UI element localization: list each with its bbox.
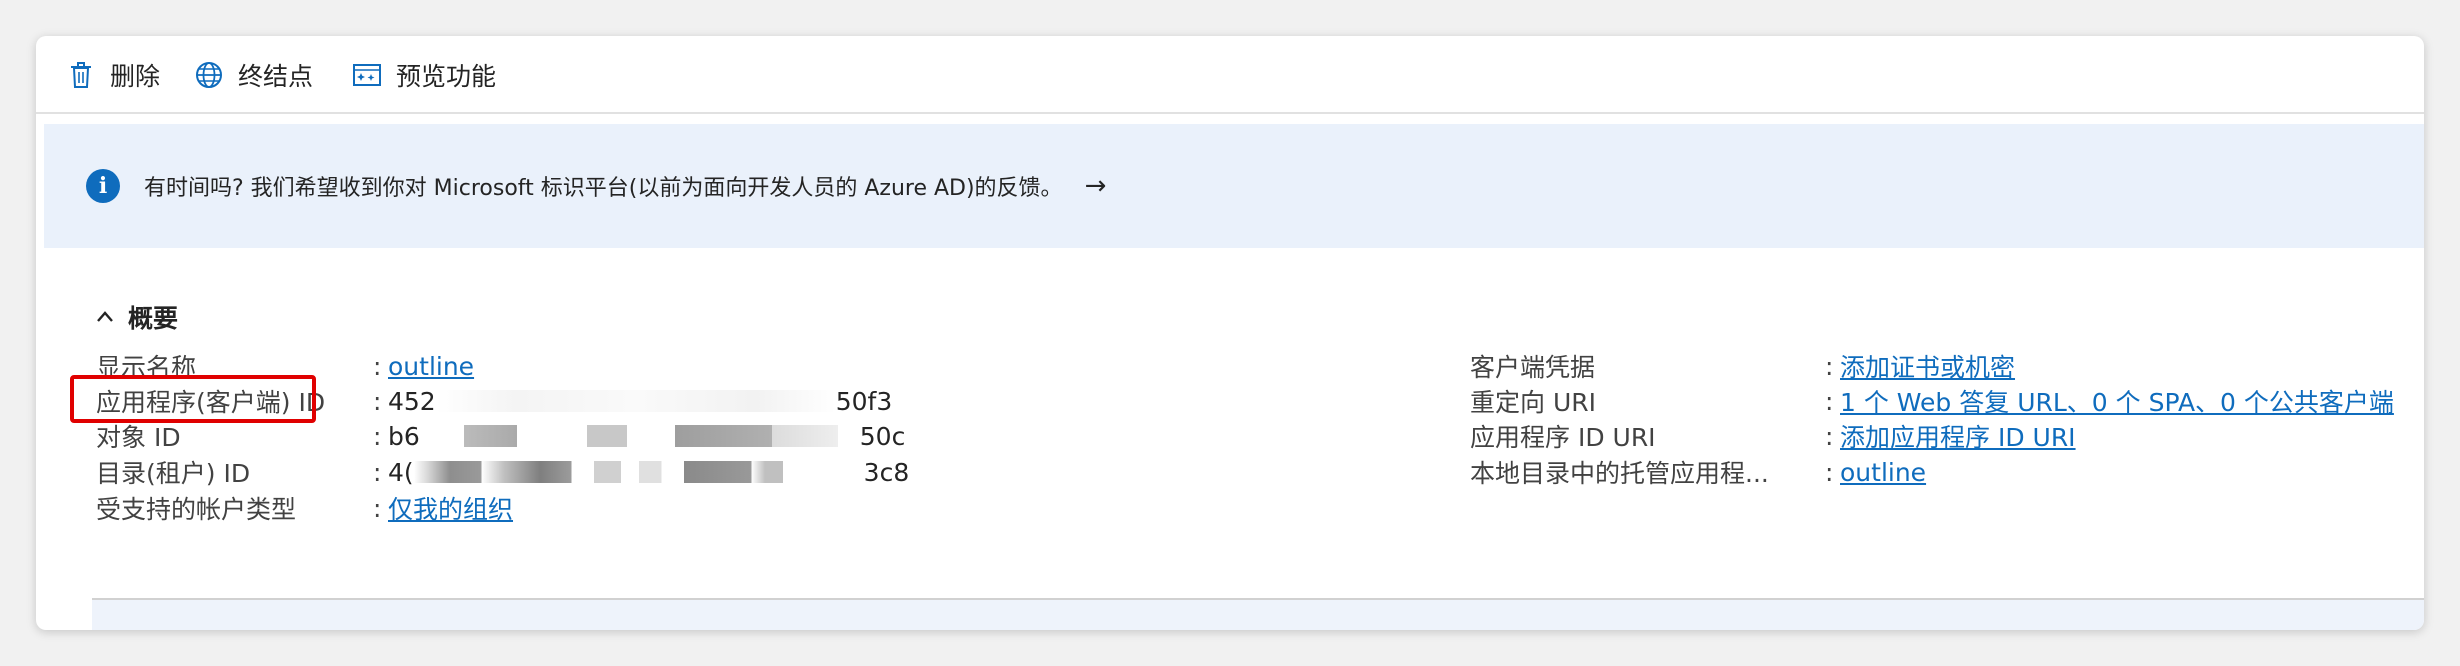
chevron-up-icon xyxy=(97,311,113,322)
tenant-id-value: 4( 3c8 xyxy=(388,458,909,487)
colon: : xyxy=(1825,421,1834,451)
account-types-row: 受支持的帐户类型 : 仅我的组织 xyxy=(96,488,513,528)
toolbar-divider xyxy=(36,112,2424,114)
display-name-link[interactable]: outline xyxy=(388,352,474,381)
managed-app-row: 本地目录中的托管应用程... : outline xyxy=(1470,452,1926,492)
colon: : xyxy=(373,493,382,523)
preview-features-button[interactable]: 预览功能 xyxy=(352,36,496,114)
tenant-id-row: 目录(租户) ID : 4( 3c8 xyxy=(96,452,909,492)
feedback-banner: i 有时间吗? 我们希望收到你对 Microsoft 标识平台(以前为面向开发人… xyxy=(44,124,2424,248)
redirect-uri-row: 重定向 URI : 1 个 Web 答复 URL、0 个 SPA、0 个公共客户… xyxy=(1470,381,2394,421)
account-types-link[interactable]: 仅我的组织 xyxy=(388,490,513,526)
managed-app-label: 本地目录中的托管应用程... xyxy=(1470,459,1769,488)
colon: : xyxy=(1825,386,1834,416)
object-id-value: b6 50c xyxy=(388,422,905,451)
delete-label: 删除 xyxy=(110,62,161,91)
preview-features-icon xyxy=(353,64,381,86)
tenant-id-start: 4( xyxy=(388,457,414,487)
object-id-end: 50c xyxy=(859,421,906,451)
command-bar: 删除 终结点 预览功能 xyxy=(36,36,2424,114)
colon: : xyxy=(373,351,382,381)
add-app-id-uri-link[interactable]: 添加应用程序 ID URI xyxy=(1840,418,2076,454)
client-credentials-row: 客户端凭据 : 添加证书或机密 xyxy=(1470,346,2015,386)
overview-section-toggle[interactable]: 概要 xyxy=(96,299,178,335)
tenant-id-label: 目录(租户) ID xyxy=(96,459,251,488)
trash-icon xyxy=(71,62,91,88)
redirect-uri-label: 重定向 URI xyxy=(1470,388,1596,417)
app-overview-card: 删除 终结点 预览功能 i 有时间吗? 我们希望收到你对 Microsoft 标 xyxy=(36,36,2424,630)
delete-button[interactable]: 删除 xyxy=(66,36,160,114)
client-id-value: 452 50f3 xyxy=(388,387,892,416)
preview-features-label: 预览功能 xyxy=(396,62,497,91)
object-id-start: b6 xyxy=(388,421,420,451)
redacted-block xyxy=(435,390,836,412)
add-certificate-link[interactable]: 添加证书或机密 xyxy=(1840,348,2015,384)
colon: : xyxy=(1825,457,1834,487)
redacted-block xyxy=(419,425,860,447)
endpoints-label: 终结点 xyxy=(238,62,314,91)
banner-message: 有时间吗? 我们希望收到你对 Microsoft 标识平台(以前为面向开发人员的… xyxy=(144,176,1063,201)
info-icon: i xyxy=(86,169,120,203)
overview-title: 概要 xyxy=(128,304,179,333)
account-types-label: 受支持的帐户类型 xyxy=(96,495,297,524)
colon: : xyxy=(373,386,382,416)
managed-app-link[interactable]: outline xyxy=(1840,458,1926,487)
object-id-label: 对象 ID xyxy=(96,423,181,452)
banner-arrow-link[interactable]: → xyxy=(1085,171,1107,201)
next-section-band xyxy=(92,600,2424,630)
client-id-highlight xyxy=(70,375,316,423)
client-id-end: 50f3 xyxy=(835,386,893,416)
endpoints-button[interactable]: 终结点 xyxy=(194,36,313,114)
colon: : xyxy=(373,457,382,487)
client-id-start: 452 xyxy=(388,386,436,416)
globe-icon xyxy=(196,62,222,88)
redirect-uri-link[interactable]: 1 个 Web 答复 URL、0 个 SPA、0 个公共客户端 xyxy=(1840,383,2394,419)
app-id-uri-row: 应用程序 ID URI : 添加应用程序 ID URI xyxy=(1470,416,2076,456)
colon: : xyxy=(1825,351,1834,381)
redacted-block xyxy=(413,461,864,483)
tenant-id-end: 3c8 xyxy=(863,457,910,487)
colon: : xyxy=(373,421,382,451)
client-credentials-label: 客户端凭据 xyxy=(1470,353,1596,382)
app-id-uri-label: 应用程序 ID URI xyxy=(1470,423,1656,452)
